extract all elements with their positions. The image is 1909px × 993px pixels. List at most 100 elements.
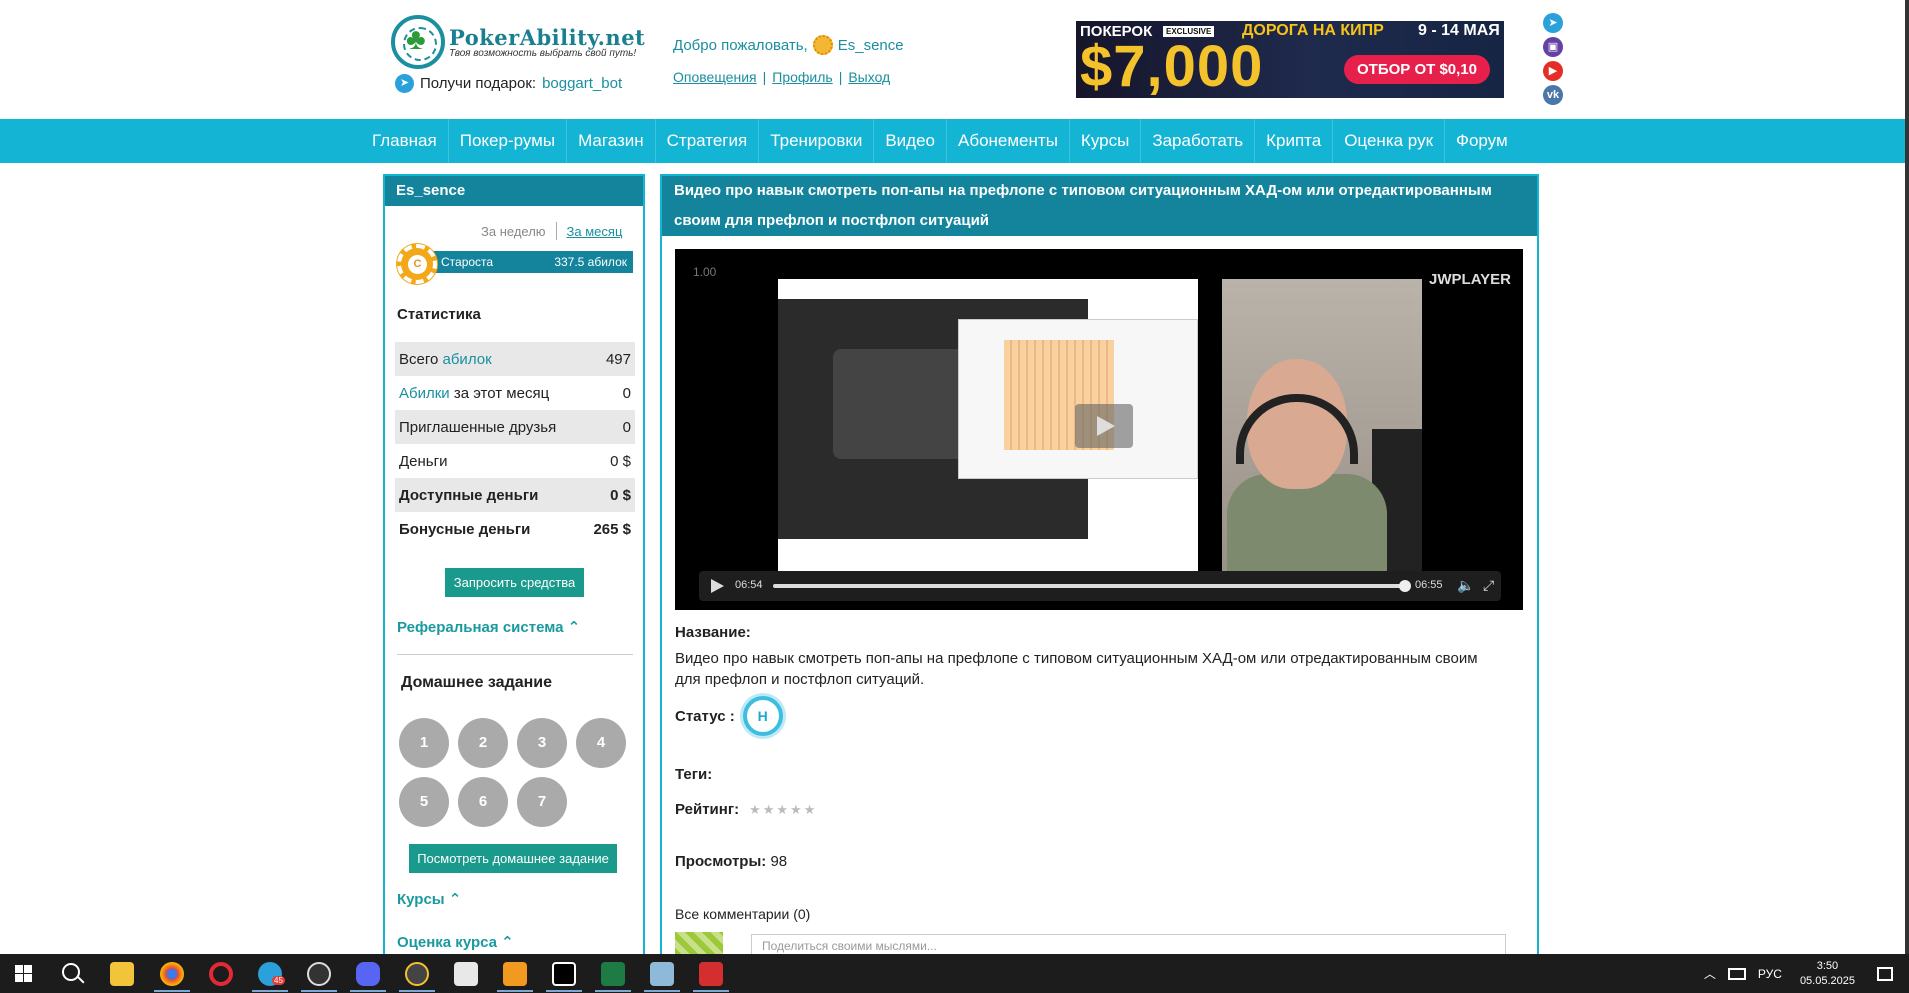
- view-homework-button[interactable]: Посмотреть домашнее задание: [409, 844, 617, 873]
- nav-subscriptions[interactable]: Абонементы: [947, 119, 1070, 163]
- big-play-icon[interactable]: [1075, 404, 1133, 448]
- nav-crypto[interactable]: Крипта: [1255, 119, 1334, 163]
- nav-shop[interactable]: Магазин: [567, 119, 656, 163]
- homework-item-5[interactable]: 5: [399, 777, 449, 827]
- welcome-text: Добро пожаловать,: [673, 36, 808, 54]
- status-badge[interactable]: Н: [742, 696, 783, 736]
- winamp-icon[interactable]: [405, 962, 429, 986]
- homework-item-4[interactable]: 4: [576, 718, 626, 768]
- site-header: PokerAbility.net Твоя возможность выбрат…: [0, 0, 1905, 119]
- youtube-icon[interactable]: ▶: [1543, 61, 1563, 81]
- homework-item-1[interactable]: 1: [399, 718, 449, 768]
- period-week[interactable]: За неделю: [481, 224, 546, 239]
- excel-icon[interactable]: [601, 962, 625, 986]
- chevron-up-icon[interactable]: ︿: [1704, 965, 1716, 982]
- banner-amount: $7,000: [1080, 34, 1264, 98]
- status-label: Статус :: [675, 707, 735, 725]
- stat-value: 0 $: [610, 452, 631, 470]
- rank-bar: Староста 337.5 абилок: [421, 251, 633, 273]
- chrome-icon[interactable]: [160, 962, 184, 986]
- fullscreen-icon[interactable]: ⤢: [1483, 577, 1494, 594]
- homework-item-3[interactable]: 3: [517, 718, 567, 768]
- header-username[interactable]: Es_sence: [838, 37, 904, 54]
- stat-value: 265 $: [593, 520, 631, 538]
- pokertracker-icon[interactable]: [503, 962, 527, 986]
- stat-row-month: Абилки за этот месяц 0: [399, 384, 631, 402]
- stat-row-total: Всего абилок 497: [395, 342, 635, 376]
- period-month[interactable]: За месяц: [567, 224, 623, 239]
- twitch-icon[interactable]: ▣: [1543, 37, 1563, 57]
- chevron-up-icon: ⌃: [501, 934, 514, 951]
- request-funds-button[interactable]: Запросить средства: [445, 568, 584, 597]
- main-nav: Главная Покер-румы Магазин Стратегия Тре…: [0, 119, 1905, 163]
- banner-cta-button[interactable]: ОТБОР ОТ $0,10: [1344, 55, 1490, 84]
- system-tray: ︿ РУС 3:50 05.05.2025: [1704, 954, 1893, 993]
- nav-courses[interactable]: Курсы: [1070, 119, 1142, 163]
- notifications-link[interactable]: Оповещения: [673, 69, 757, 85]
- nav-trainings[interactable]: Тренировки: [759, 119, 875, 163]
- comment-input[interactable]: Поделиться своими мыслями...: [751, 934, 1506, 954]
- windows-start-icon[interactable]: [15, 965, 32, 982]
- telegram-unread-badge: 45: [272, 976, 285, 985]
- avatar: [675, 932, 723, 954]
- abilki-link[interactable]: Абилки: [399, 385, 450, 402]
- homework-item-7[interactable]: 7: [517, 777, 567, 827]
- discord-icon[interactable]: [356, 962, 380, 986]
- video-frame-screen: [778, 279, 1198, 572]
- logout-link[interactable]: Выход: [848, 69, 890, 85]
- telegram-icon[interactable]: ➤: [1543, 13, 1563, 33]
- referral-toggle[interactable]: Реферальная система ⌃: [397, 618, 580, 636]
- courses-toggle[interactable]: Курсы ⌃: [397, 890, 461, 908]
- seek-handle[interactable]: [1399, 580, 1411, 592]
- video-title: Видео про навык смотреть поп-апы на преф…: [662, 176, 1537, 236]
- player-controls: 06:54 06:55 🔈 ⤢: [699, 571, 1501, 601]
- gift-bot-link[interactable]: boggart_bot: [542, 75, 622, 92]
- nav-strategy[interactable]: Стратегия: [656, 119, 760, 163]
- nav-hand-review[interactable]: Оценка рук: [1333, 119, 1446, 163]
- language-indicator[interactable]: РУС: [1758, 967, 1782, 981]
- obs-icon[interactable]: [307, 962, 331, 986]
- rating-stars[interactable]: ★★★★★: [749, 802, 817, 818]
- clock-time: 3:50: [1816, 959, 1839, 972]
- promo-banner[interactable]: ПОКЕРОК EXCLUSIVE ДОРОГА НА КИПР 9 - 14 …: [1076, 21, 1504, 98]
- stat-row-bonus: Бонусные деньги 265 $: [399, 520, 631, 538]
- vk-icon[interactable]: vk: [1543, 85, 1563, 105]
- course-evaluation-toggle[interactable]: Оценка курса ⌃: [397, 933, 514, 951]
- notifications-icon[interactable]: [1877, 966, 1893, 981]
- stat-value: 497: [605, 350, 631, 368]
- rank-letter: C: [408, 255, 427, 274]
- nav-home[interactable]: Главная: [361, 119, 449, 163]
- notepad-icon[interactable]: [454, 962, 478, 986]
- opera-icon[interactable]: [209, 962, 233, 986]
- video-player[interactable]: 1.00 JWPLAYER 06:54 06:55 �: [675, 249, 1523, 610]
- volume-icon[interactable]: 🔈: [1457, 577, 1474, 594]
- nav-video[interactable]: Видео: [874, 119, 947, 163]
- video-panel: Видео про навык смотреть поп-апы на преф…: [660, 174, 1539, 954]
- system-clock[interactable]: 3:50 05.05.2025: [1800, 959, 1855, 989]
- abilki-link[interactable]: абилок: [443, 351, 492, 368]
- poker-table: [833, 349, 978, 459]
- seek-bar[interactable]: [773, 584, 1405, 588]
- welcome-line: Добро пожаловать, Es_sence: [673, 35, 904, 55]
- profile-link[interactable]: Профиль: [772, 69, 832, 85]
- stat-value: 0: [622, 418, 631, 436]
- rank-points: 337.5 абилок: [554, 255, 627, 269]
- homework-item-6[interactable]: 6: [458, 777, 508, 827]
- holdem-manager-icon[interactable]: [699, 962, 723, 986]
- play-icon[interactable]: [711, 579, 724, 593]
- nav-poker-rooms[interactable]: Покер-румы: [449, 119, 568, 163]
- homework-item-2[interactable]: 2: [458, 718, 508, 768]
- network-icon[interactable]: [1727, 967, 1746, 980]
- playback-rate[interactable]: 1.00: [693, 265, 716, 279]
- nav-forum[interactable]: Форум: [1445, 119, 1519, 163]
- name-value: Видео про навык смотреть поп-апы на преф…: [675, 650, 1478, 688]
- chevron-up-icon: ⌃: [448, 891, 462, 908]
- site-logo[interactable]: PokerAbility.net Твоя возможность выбрат…: [391, 15, 645, 69]
- logo-emblem-icon: [391, 15, 445, 69]
- pycharm-icon[interactable]: [552, 962, 576, 986]
- stat-row-available: Доступные деньги 0 $: [395, 478, 635, 512]
- nav-earn[interactable]: Заработать: [1141, 119, 1256, 163]
- search-icon[interactable]: [62, 963, 80, 981]
- file-explorer-icon[interactable]: [110, 962, 134, 986]
- notes-icon[interactable]: [650, 962, 674, 986]
